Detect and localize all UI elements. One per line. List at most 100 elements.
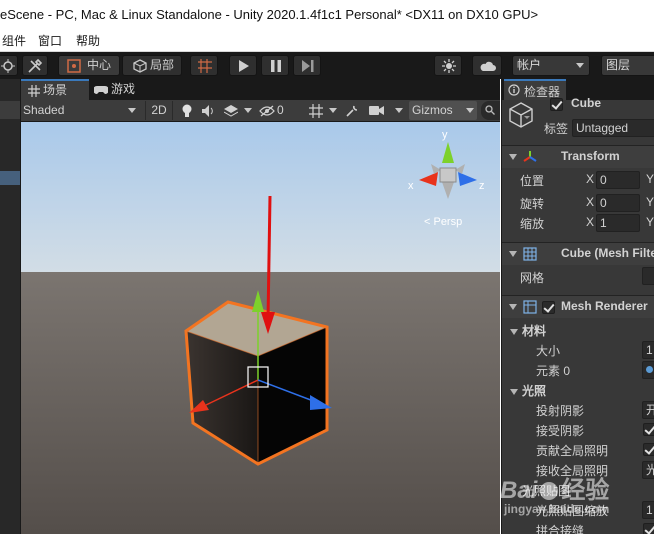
step-button[interactable] xyxy=(293,55,321,76)
rotation-x-field[interactable]: 0 xyxy=(596,194,640,212)
cloud-icon xyxy=(480,61,496,71)
mesh-renderer-title: Mesh Renderer xyxy=(561,299,648,313)
tab-inspector[interactable]: 检查器 xyxy=(504,79,566,100)
chevron-down-icon xyxy=(128,108,136,113)
mesh-filter-header[interactable]: Cube (Mesh Filter) xyxy=(502,242,654,265)
effects-dropdown[interactable] xyxy=(222,101,254,120)
lightmap-scale-field[interactable]: 1 xyxy=(642,501,654,519)
cast-shadows-dropdown[interactable]: 开 xyxy=(642,401,654,419)
watermark-text-1: Bai xyxy=(500,477,538,504)
hierarchy-panel-edge xyxy=(0,79,21,534)
grid-toggle[interactable] xyxy=(307,101,339,120)
material-sphere-icon xyxy=(646,366,653,373)
main-toolbar: 中心 局部 帐户 图层 xyxy=(0,52,654,79)
menu-bar: 组件 窗口 帮助 xyxy=(0,30,654,52)
tag-dropdown[interactable]: Untagged xyxy=(572,119,654,137)
position-x-field[interactable]: 0 xyxy=(596,171,640,189)
account-dropdown[interactable]: 帐户 xyxy=(512,55,590,76)
materials-size-field[interactable]: 1 xyxy=(642,341,654,359)
lightbulb-icon xyxy=(182,104,192,117)
transform-tool-button[interactable] xyxy=(22,55,48,76)
watermark-text-2: 经验 xyxy=(561,477,610,504)
materials-size-label: 大小 xyxy=(536,344,561,358)
paw-icon xyxy=(540,482,559,500)
materials-size-value: 1 xyxy=(646,343,653,357)
chevron-down-icon[interactable] xyxy=(510,329,518,335)
hierarchy-selected-row[interactable] xyxy=(0,171,20,185)
chevron-down-icon xyxy=(524,116,530,119)
gizmo-x-label: x xyxy=(408,180,414,192)
shading-mode-dropdown[interactable]: Shaded xyxy=(23,101,141,120)
layers-dropdown[interactable]: 图层 xyxy=(601,55,654,76)
mesh-grid-icon xyxy=(523,247,537,261)
projection-toggle[interactable]: < Persp xyxy=(424,216,462,228)
menu-component[interactable]: 组件 xyxy=(2,32,26,49)
material-element-field[interactable] xyxy=(642,361,654,379)
receive-gi-value: 光 xyxy=(646,463,654,477)
lighting-toggle[interactable] xyxy=(177,101,197,120)
cloud-button[interactable] xyxy=(472,55,502,76)
chevron-down-icon xyxy=(329,108,337,113)
cube-object-icon xyxy=(509,102,533,128)
scale-x-field[interactable]: 1 xyxy=(596,214,640,232)
menu-window[interactable]: 窗口 xyxy=(38,32,62,49)
pause-button[interactable] xyxy=(261,55,289,76)
transform-header[interactable]: Transform xyxy=(502,145,654,168)
mesh-renderer-enabled-checkbox[interactable] xyxy=(542,301,555,314)
camera-dropdown[interactable] xyxy=(365,101,405,120)
grid-icon xyxy=(28,85,40,97)
effects-icon xyxy=(224,105,238,117)
tag-label: 标签 xyxy=(544,122,569,136)
toggle-2d-button[interactable]: 2D xyxy=(145,101,173,120)
space-local-button[interactable]: 局部 xyxy=(122,55,182,76)
mesh-field[interactable] xyxy=(642,267,654,285)
rotation-x-axis: X xyxy=(586,195,595,209)
position-label: 位置 xyxy=(520,174,545,188)
step-icon xyxy=(302,60,314,72)
mesh-renderer-header[interactable]: Mesh Renderer xyxy=(502,295,654,318)
menu-help[interactable]: 帮助 xyxy=(76,32,100,49)
play-icon xyxy=(239,60,249,72)
cast-shadows-label: 投射阴影 xyxy=(536,404,585,418)
toggle-2d-label: 2D xyxy=(151,103,167,117)
hidden-count: 0 xyxy=(277,103,284,117)
scale-x-value: 1 xyxy=(600,216,607,230)
eye-slash-icon xyxy=(259,105,275,117)
position-x-axis: X xyxy=(586,172,595,186)
camera-icon xyxy=(369,106,384,115)
rect-tool-button[interactable] xyxy=(0,55,18,76)
stitch-seams-checkbox[interactable] xyxy=(643,523,654,534)
contribute-gi-checkbox[interactable] xyxy=(643,443,654,456)
gizmo-y-label: y xyxy=(442,129,448,141)
rotation-y-axis: Y xyxy=(646,195,654,209)
hierarchy-toolbar xyxy=(0,101,20,119)
scene-search-input[interactable] xyxy=(481,101,500,120)
scene-viewport[interactable]: y x z < Persp xyxy=(21,122,500,534)
receive-shadows-checkbox[interactable] xyxy=(643,423,654,436)
tag-value: Untagged xyxy=(576,121,629,135)
chevron-down-icon[interactable] xyxy=(510,389,518,395)
audio-toggle[interactable] xyxy=(199,101,219,120)
pivot-center-button[interactable]: 中心 xyxy=(58,55,120,76)
grid-snap-button[interactable] xyxy=(190,55,218,76)
play-button[interactable] xyxy=(229,55,257,76)
receive-gi-dropdown[interactable]: 光 xyxy=(642,461,654,479)
watermark-url: jingyan.baidu.com xyxy=(504,502,610,516)
tab-game[interactable]: 游戏 xyxy=(91,79,151,100)
gizmos-dropdown[interactable]: Gizmos xyxy=(409,101,477,120)
position-y-axis: Y xyxy=(646,172,654,186)
tab-scene[interactable]: 场景 xyxy=(21,79,89,100)
contribute-gi-label: 贡献全局照明 xyxy=(536,444,609,458)
hidden-objects-toggle[interactable]: 0 xyxy=(257,101,295,120)
tab-scene-label: 场景 xyxy=(43,83,68,97)
chevron-down-icon xyxy=(576,63,584,68)
mesh-filter-title: Cube (Mesh Filter) xyxy=(561,246,654,260)
tools-toggle[interactable] xyxy=(343,101,361,120)
space-label: 局部 xyxy=(150,58,175,72)
collab-button[interactable] xyxy=(434,55,462,76)
mesh-label: 网格 xyxy=(520,271,545,285)
object-name-field[interactable]: Cube xyxy=(571,96,601,110)
object-active-checkbox[interactable] xyxy=(550,98,563,111)
materials-label[interactable]: 材料 xyxy=(522,322,546,339)
lighting-label[interactable]: 光照 xyxy=(522,382,546,399)
